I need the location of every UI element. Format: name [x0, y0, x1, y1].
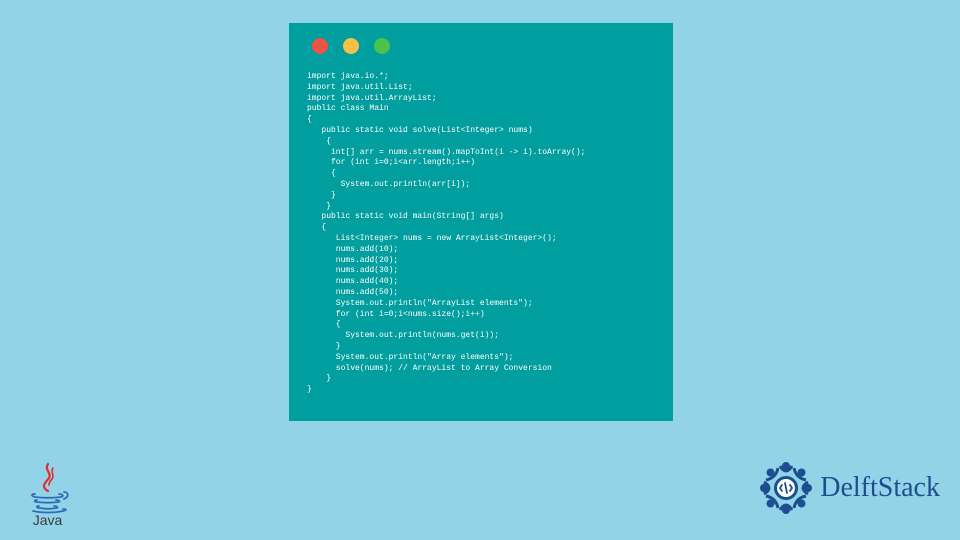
- close-icon[interactable]: [312, 38, 328, 54]
- java-icon: [25, 462, 71, 514]
- code-block: import java.io.*; import java.util.List;…: [307, 72, 655, 396]
- traffic-lights: [312, 38, 655, 54]
- java-logo: Java: [20, 458, 75, 528]
- delftstack-logo: DelftStack: [756, 458, 940, 518]
- minimize-icon[interactable]: [343, 38, 359, 54]
- delftstack-icon: [756, 458, 816, 518]
- maximize-icon[interactable]: [374, 38, 390, 54]
- code-window: import java.io.*; import java.util.List;…: [289, 23, 673, 421]
- java-label: Java: [33, 512, 63, 528]
- delftstack-label: DelftStack: [820, 472, 940, 504]
